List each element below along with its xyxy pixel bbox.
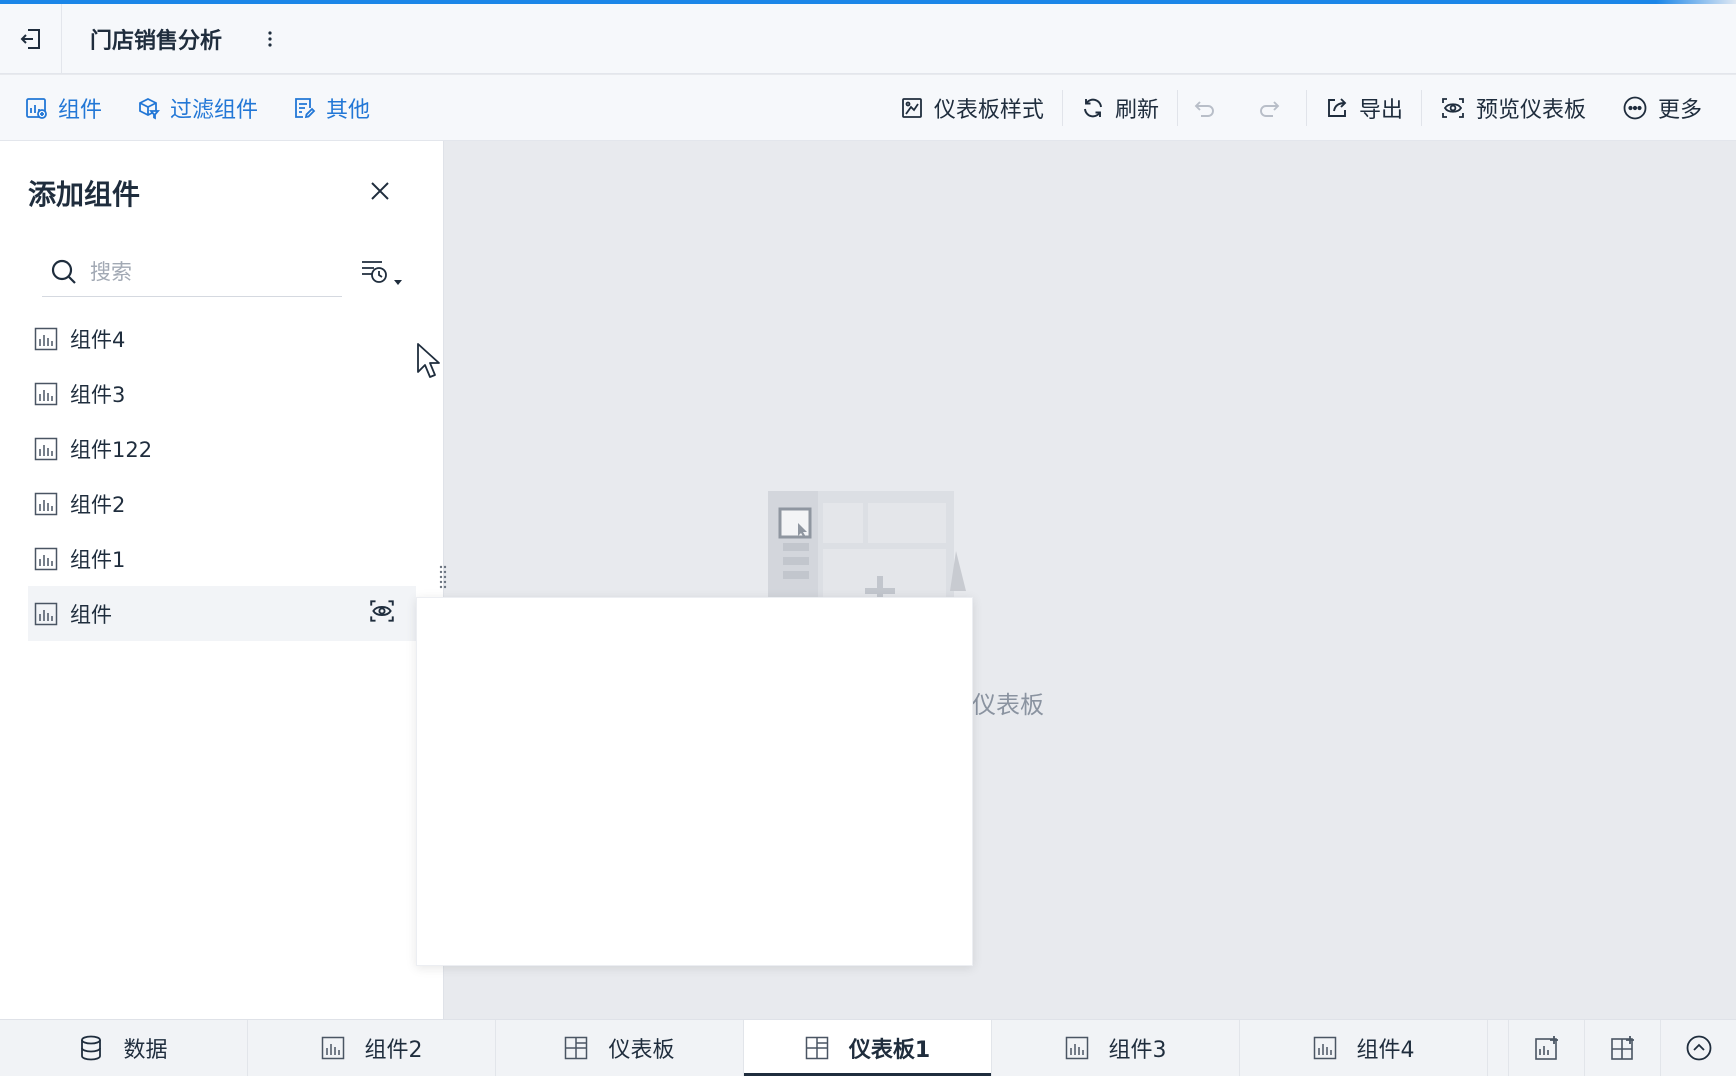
redo-button[interactable] (1242, 88, 1306, 128)
exit-icon (20, 28, 40, 49)
search-icon (51, 259, 76, 284)
add-widget-tab-button[interactable] (1508, 1019, 1584, 1076)
database-icon (81, 1035, 102, 1061)
list-item-label: 组件122 (70, 437, 153, 462)
app-root: 门店销售分析 组件 过滤组件 其他 仪表板样式 刷新 导出 预览仪表板 更多 仪… (0, 0, 1736, 1076)
list-item[interactable]: 组件122 (28, 421, 416, 476)
tab-widget2[interactable]: 组件2 (248, 1020, 496, 1076)
title-menu-button[interactable] (260, 19, 280, 59)
list-item[interactable]: 组件1 (28, 531, 416, 586)
add-dashboard-tab-button[interactable] (1584, 1019, 1660, 1076)
bottom-actions (1508, 1019, 1736, 1076)
edit-doc-icon (295, 97, 316, 118)
export-button[interactable]: 导出 (1307, 88, 1421, 128)
search-box (42, 247, 342, 297)
dashboard-grid-icon (805, 1036, 829, 1060)
list-item-label: 组件 (70, 602, 112, 627)
bar-chart-icon (34, 382, 58, 405)
bar-chart-icon (1313, 1036, 1336, 1060)
add-widget-panel: 添加组件 组件4 (0, 141, 444, 1019)
export-label: 导出 (1358, 97, 1403, 123)
more-button[interactable]: 更多 (1604, 88, 1720, 128)
dashboard-grid-icon (565, 1036, 588, 1060)
refresh-icon (1083, 98, 1102, 117)
refresh-button[interactable]: 刷新 (1063, 88, 1177, 128)
more-circle-icon (1623, 96, 1647, 119)
filter-cube-icon (139, 97, 160, 119)
preview-dashboard-label: 预览仪表板 (1475, 97, 1586, 123)
search-input[interactable] (90, 259, 320, 284)
toolbar-left-group: 组件 过滤组件 其他 (0, 88, 404, 128)
dashboard-style-label: 仪表板样式 (933, 97, 1044, 123)
list-item[interactable]: 组件3 (28, 366, 416, 421)
panel-title: 添加组件 (28, 178, 141, 211)
kebab-icon (268, 30, 272, 47)
tab-widget2-label: 组件2 (364, 1038, 423, 1063)
mouse-cursor-icon (417, 343, 440, 378)
add-chart-icon (1534, 1036, 1558, 1060)
tab-widget3-label: 组件3 (1108, 1038, 1167, 1063)
widget-preview-popover (416, 597, 973, 966)
chevron-up-circle-icon (1686, 1035, 1711, 1061)
empty-dashboard-illustration (768, 491, 966, 611)
toolbar-other-label: 其他 (326, 97, 371, 123)
list-item-label: 组件1 (70, 547, 126, 572)
eye-icon (1442, 97, 1464, 118)
page-title: 门店销售分析 (90, 28, 223, 54)
toolbar-filter-widget-label: 过滤组件 (170, 97, 259, 123)
exit-button[interactable] (0, 3, 62, 74)
list-item-label: 组件2 (70, 492, 126, 517)
sort-recent-dropdown[interactable] (360, 255, 408, 291)
toolbar-filter-widget[interactable]: 过滤组件 (136, 88, 258, 128)
preview-dashboard-button[interactable]: 预览仪表板 (1422, 88, 1604, 128)
list-item[interactable]: 组件 (28, 586, 416, 641)
tab-dashboard1[interactable]: 仪表板1 (744, 1020, 992, 1076)
list-item[interactable]: 组件2 (28, 476, 416, 531)
bar-chart-icon (34, 437, 58, 460)
close-icon (371, 182, 389, 200)
toolbar: 组件 过滤组件 其他 仪表板样式 刷新 导出 预览仪表板 更多 (0, 75, 1736, 141)
bar-chart-icon (34, 492, 58, 515)
bottom-tab-bar: 数据 组件2 仪表板 仪表板1 组件3 组件4 (0, 1019, 1736, 1076)
tab-dashboard1-label: 仪表板1 (848, 1038, 931, 1063)
tab-data-label: 数据 (123, 1038, 168, 1063)
tab-widget3[interactable]: 组件3 (992, 1020, 1240, 1076)
add-dashboard-icon (1610, 1036, 1634, 1060)
toolbar-add-widget-label: 组件 (58, 97, 103, 123)
refresh-label: 刷新 (1114, 97, 1159, 123)
export-icon (1328, 97, 1347, 117)
tab-widget4[interactable]: 组件4 (1240, 1020, 1488, 1076)
undo-button[interactable] (1178, 88, 1242, 128)
tab-dashboard-label: 仪表板 (608, 1038, 675, 1063)
preview-eye-icon[interactable] (368, 598, 396, 624)
list-item[interactable]: 组件4 (28, 311, 416, 366)
header-bar: 门店销售分析 (0, 3, 1736, 74)
panel-close-button[interactable] (364, 175, 396, 207)
list-item-label: 组件3 (70, 382, 126, 407)
empty-canvas-text: 仪表板 (972, 691, 1044, 719)
tab-dashboard[interactable]: 仪表板 (496, 1020, 744, 1076)
dashboard-style-button[interactable]: 仪表板样式 (882, 88, 1062, 128)
more-label: 更多 (1657, 97, 1702, 123)
list-item-label: 组件4 (70, 327, 126, 352)
undo-icon (1194, 100, 1214, 117)
toolbar-add-widget[interactable]: 组件 (24, 88, 102, 128)
tab-widget4-label: 组件4 (1356, 1038, 1415, 1063)
tab-data[interactable]: 数据 (0, 1020, 248, 1076)
expand-tabs-button[interactable] (1660, 1019, 1736, 1076)
redo-icon (1260, 100, 1280, 117)
bar-chart-icon (34, 327, 58, 350)
panel-resize-handle[interactable] (438, 564, 448, 590)
dashboard-style-icon (902, 97, 922, 118)
sort-history-icon (362, 261, 402, 285)
bar-chart-icon (1065, 1036, 1088, 1060)
toolbar-other[interactable]: 其他 (292, 88, 370, 128)
add-chart-icon (26, 97, 47, 119)
bar-chart-icon (34, 602, 58, 625)
toolbar-right-group: 仪表板样式 刷新 导出 预览仪表板 更多 (882, 88, 1736, 128)
bar-chart-icon (34, 547, 58, 570)
bar-chart-icon (321, 1036, 344, 1060)
widget-list: 组件4 组件3 组件122 组件2 组件1 组件 (28, 311, 416, 641)
